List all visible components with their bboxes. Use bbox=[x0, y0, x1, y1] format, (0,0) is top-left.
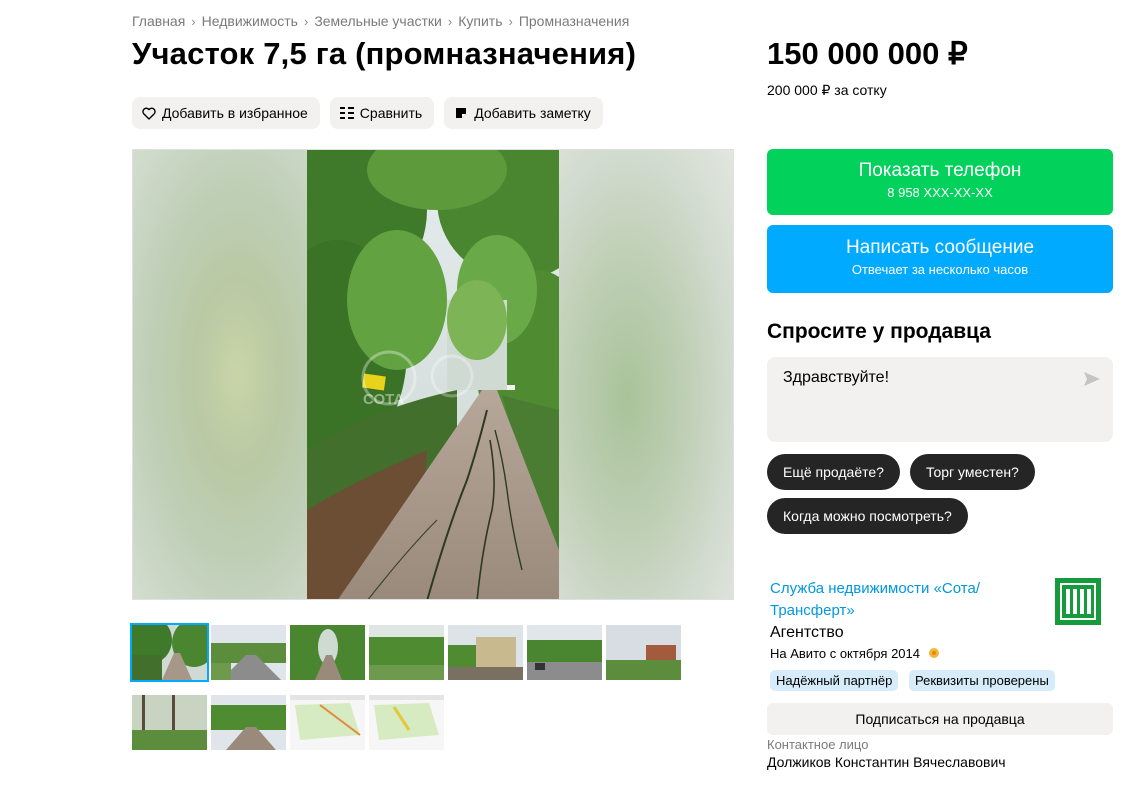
add-note-button[interactable]: Добавить заметку bbox=[444, 97, 603, 129]
veteran-badge-icon bbox=[928, 647, 940, 659]
heart-icon bbox=[142, 106, 156, 120]
ask-message-field[interactable]: Здравствуйте! bbox=[767, 357, 1113, 442]
send-icon[interactable] bbox=[1083, 370, 1101, 388]
gallery-blur-left bbox=[133, 150, 307, 599]
phone-number-masked: 8 958 XXX-XX-XX bbox=[887, 185, 993, 200]
seller-logo[interactable] bbox=[1055, 578, 1101, 625]
thumbnail-3[interactable] bbox=[290, 625, 365, 680]
gallery-blur-right bbox=[557, 150, 733, 599]
breadcrumb-item-home[interactable]: Главная bbox=[132, 13, 185, 29]
thumbnail-4[interactable] bbox=[369, 625, 444, 680]
chevron-right-icon: › bbox=[508, 13, 513, 29]
quick-question-still-selling[interactable]: Ещё продаёте? bbox=[767, 454, 900, 490]
thumbnail-2[interactable] bbox=[211, 625, 286, 680]
thumbnail-10[interactable] bbox=[290, 695, 365, 750]
page-title: Участок 7,5 га (промназначения) bbox=[132, 36, 637, 71]
reply-time-label: Отвечает за несколько часов bbox=[851, 262, 1029, 277]
write-message-button[interactable]: Написать сообщение Отвечает за несколько… bbox=[767, 225, 1113, 293]
breadcrumb: Главная › Недвижимость › Земельные участ… bbox=[132, 13, 629, 29]
thumbnail-11[interactable] bbox=[369, 695, 444, 750]
breadcrumb-item-realty[interactable]: Недвижимость bbox=[202, 13, 298, 29]
chip-label: Торг уместен? bbox=[926, 464, 1019, 480]
show-phone-button[interactable]: Показать телефон 8 958 XXX-XX-XX bbox=[767, 149, 1113, 215]
compare-button[interactable]: Сравнить bbox=[329, 97, 435, 129]
add-note-label: Добавить заметку bbox=[474, 105, 591, 121]
breadcrumb-item-industrial[interactable]: Промназначения bbox=[519, 13, 629, 29]
price: 150 000 000 ₽ bbox=[767, 36, 968, 71]
seller-name-link[interactable]: Служба недвижимости «Сота/ Трансферт» bbox=[770, 578, 1030, 622]
chip-label: Когда можно посмотреть? bbox=[783, 508, 952, 524]
compare-label: Сравнить bbox=[359, 105, 423, 121]
thumbnail-7[interactable] bbox=[606, 625, 681, 680]
seller-since: На Авито с октября 2014 bbox=[770, 646, 940, 661]
subscribe-label: Подписаться на продавца bbox=[855, 711, 1025, 727]
chevron-right-icon: › bbox=[303, 13, 309, 29]
show-phone-label: Показать телефон bbox=[858, 160, 1022, 181]
contact-person-name: Должиков Константин Вячеславович bbox=[767, 754, 1006, 770]
write-message-label: Написать сообщение bbox=[845, 237, 1035, 258]
chevron-right-icon: › bbox=[191, 13, 196, 29]
seller-type: Агентство bbox=[770, 624, 844, 641]
main-photo[interactable]: СОТА bbox=[307, 150, 559, 599]
badge-reliable-partner: Надёжный партнёр bbox=[770, 670, 899, 691]
seller-since-text: На Авито с октября 2014 bbox=[770, 646, 920, 661]
badge-verified-details: Реквизиты проверены bbox=[909, 670, 1055, 691]
note-icon bbox=[454, 106, 468, 120]
badge-label: Реквизиты проверены bbox=[915, 673, 1049, 688]
photo-gallery[interactable]: СОТА bbox=[132, 149, 734, 600]
photo-watermark: СОТА bbox=[363, 391, 404, 408]
contact-person-label: Контактное лицо bbox=[767, 737, 869, 752]
chevron-right-icon: › bbox=[447, 13, 453, 29]
breadcrumb-item-buy[interactable]: Купить bbox=[458, 13, 502, 29]
add-favorite-label: Добавить в избранное bbox=[162, 105, 308, 121]
quick-question-viewing[interactable]: Когда можно посмотреть? bbox=[767, 498, 968, 534]
quick-question-bargain[interactable]: Торг уместен? bbox=[910, 454, 1035, 490]
price-per-unit: 200 000 ₽ за сотку bbox=[767, 82, 887, 98]
thumbnail-1[interactable] bbox=[130, 623, 209, 682]
ask-message-text[interactable]: Здравствуйте! bbox=[783, 369, 889, 387]
ask-seller-title: Спросите у продавца bbox=[767, 320, 991, 343]
thumbnail-5[interactable] bbox=[448, 625, 523, 680]
add-favorite-button[interactable]: Добавить в избранное bbox=[132, 97, 320, 129]
thumbnail-9[interactable] bbox=[211, 695, 286, 750]
chip-label: Ещё продаёте? bbox=[783, 464, 884, 480]
compare-icon bbox=[339, 106, 354, 120]
breadcrumb-item-land[interactable]: Земельные участки bbox=[314, 13, 442, 29]
badge-label: Надёжный партнёр bbox=[776, 673, 893, 688]
thumbnail-6[interactable] bbox=[527, 625, 602, 680]
listing-actions: Добавить в избранное Сравнить Добавить з… bbox=[132, 97, 603, 129]
subscribe-seller-button[interactable]: Подписаться на продавца bbox=[767, 703, 1113, 735]
thumbnail-8[interactable] bbox=[132, 695, 207, 750]
